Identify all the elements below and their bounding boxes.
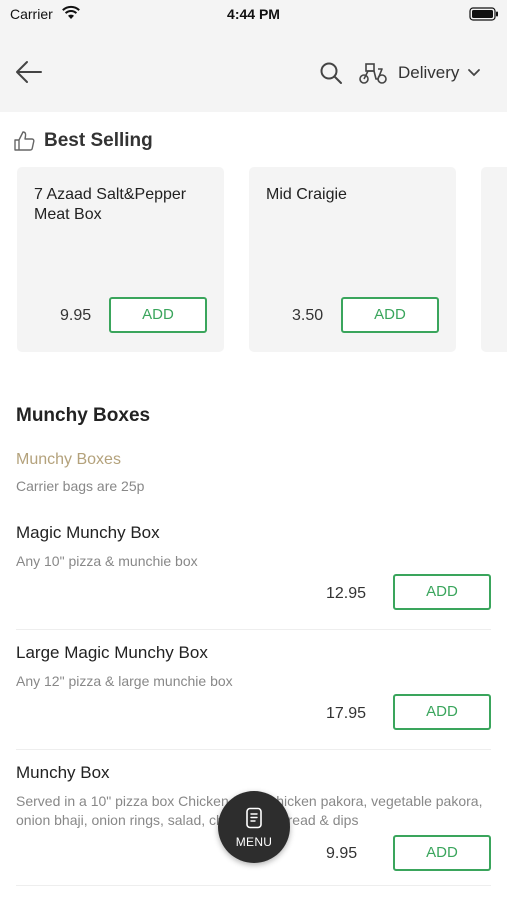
item-name: Munchy Box (16, 763, 110, 782)
item-price: 17.95 (326, 705, 367, 722)
product-name: 7 Azaad Salt&Pepper Meat Box (34, 186, 187, 223)
delivery-mode-selector[interactable]: Delivery (358, 58, 481, 88)
item-description: Any 12" pizza & large munchie box (16, 673, 233, 689)
item-name: Large Magic Munchy Box (16, 643, 208, 662)
battery-icon (469, 7, 498, 21)
category-title: Munchy Boxes (16, 405, 151, 426)
divider (16, 749, 491, 750)
category-subtitle: Munchy Boxes (16, 451, 121, 468)
menu-item[interactable]: Large Magic Munchy Box Any 12" pizza & l… (0, 643, 507, 763)
clock-time: 4:44 PM (227, 6, 280, 22)
add-button[interactable]: ADD (109, 297, 207, 333)
add-button[interactable]: ADD (341, 297, 439, 333)
menu-fab-button[interactable]: MENU (218, 791, 290, 863)
chevron-down-icon (468, 69, 481, 77)
product-name: Mid Craigie (266, 186, 347, 203)
status-bar: Carrier 4:44 PM (0, 0, 507, 32)
category-note: Carrier bags are 25p (16, 478, 145, 494)
best-selling-title: Best Selling (44, 130, 153, 151)
item-name: Magic Munchy Box (16, 523, 160, 542)
divider (16, 885, 491, 886)
menu-item[interactable]: Magic Munchy Box Any 10" pizza & munchie… (0, 523, 507, 643)
thumbs-up-icon (14, 131, 35, 151)
add-button[interactable]: ADD (393, 574, 491, 610)
delivery-label: Delivery (398, 63, 460, 82)
search-icon[interactable] (319, 61, 343, 85)
menu-fab-label: MENU (235, 835, 273, 849)
product-price: 9.95 (60, 307, 92, 324)
product-price: 3.50 (292, 307, 324, 324)
item-description: Any 10" pizza & munchie box (16, 553, 198, 569)
best-selling-card-peek[interactable] (481, 167, 507, 352)
best-selling-card[interactable]: Mid Craigie 3.50 ADD (249, 167, 456, 352)
best-selling-card[interactable]: 7 Azaad Salt&Pepper Meat Box 9.95 ADD (17, 167, 224, 352)
menu-book-icon (246, 807, 262, 829)
app-header: Delivery (0, 32, 507, 112)
add-button[interactable]: ADD (393, 694, 491, 730)
item-price: 9.95 (326, 845, 358, 862)
divider (16, 629, 491, 630)
add-button[interactable]: ADD (393, 835, 491, 871)
best-selling-header: Best Selling (13, 130, 153, 152)
item-price: 12.95 (326, 585, 367, 602)
scooter-icon (359, 63, 387, 84)
back-arrow-icon[interactable] (14, 58, 44, 86)
